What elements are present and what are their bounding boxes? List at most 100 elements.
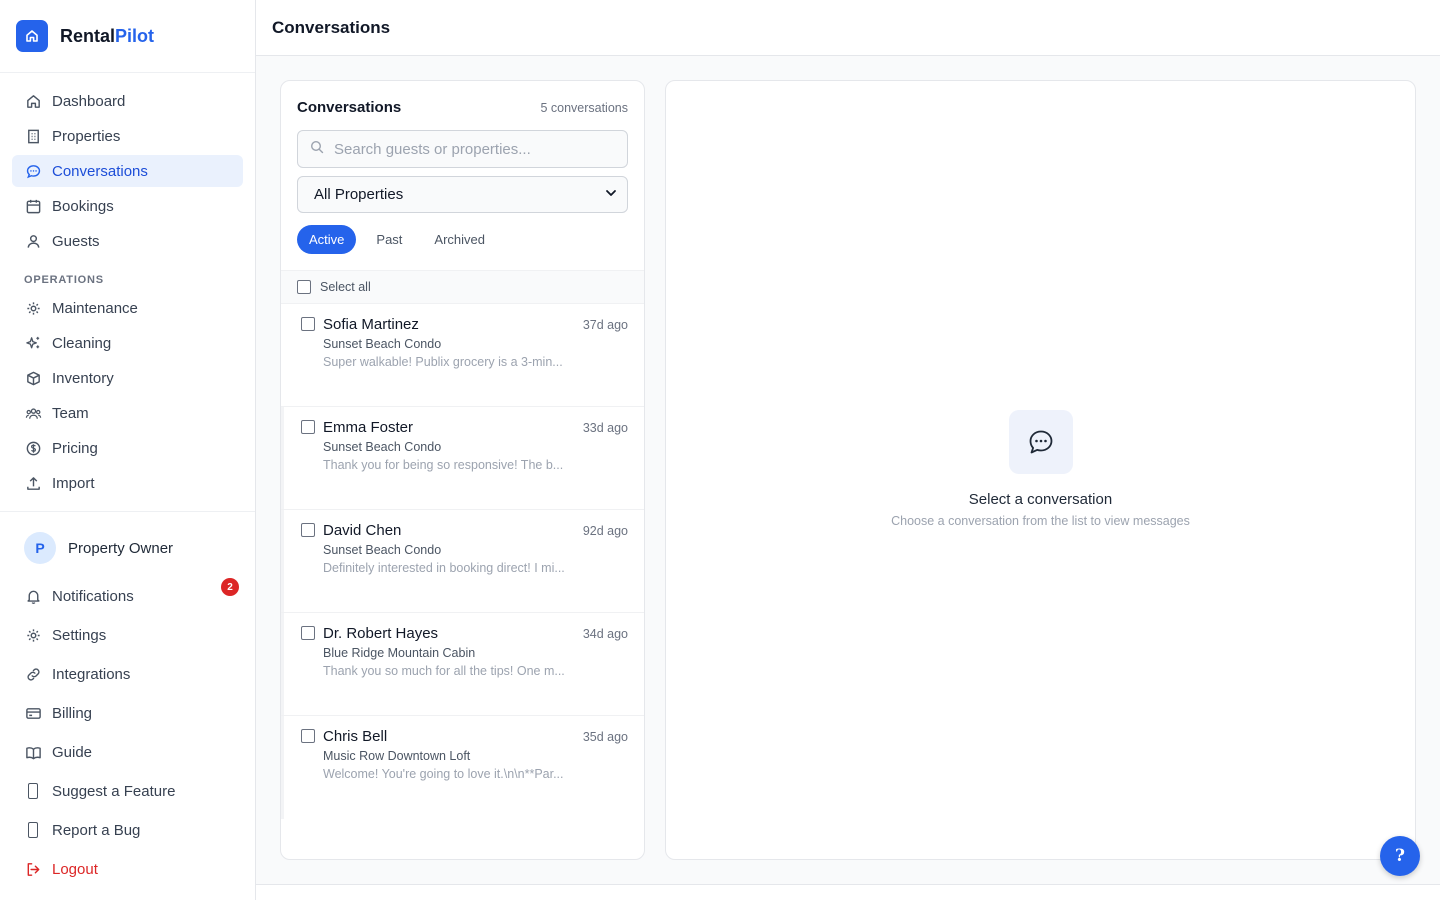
property-name: Blue Ridge Mountain Cabin (323, 646, 476, 660)
conversation-time: 34d ago (582, 627, 628, 641)
search-input[interactable] (334, 140, 604, 158)
nav-item-maintenance[interactable]: Maintenance (12, 292, 243, 324)
nav-item-integrations[interactable]: Integrations (12, 658, 243, 690)
book-icon (24, 743, 42, 761)
conversation-count: 5 conversations (540, 100, 628, 115)
search-icon (310, 140, 324, 159)
conversation-list: Sofia Martinez 37d ago Sunset Beach Condo… (281, 304, 644, 819)
dollar-icon (24, 439, 42, 457)
calendar-icon (24, 197, 42, 215)
logout-icon (24, 860, 42, 878)
nav-item-billing[interactable]: Billing (12, 697, 243, 729)
link-icon (24, 665, 42, 683)
upload-icon (24, 474, 42, 492)
settings-gear-icon (24, 626, 42, 644)
suggestion-icon (24, 782, 42, 800)
user-name: Property Owner (68, 539, 174, 557)
footer-bar (256, 884, 1440, 900)
bug-icon (24, 821, 42, 839)
conversation-time: 37d ago (582, 318, 628, 332)
conversation-time: 92d ago (582, 524, 628, 538)
select-all-checkbox[interactable] (297, 280, 311, 294)
brand[interactable]: RentalPilot (0, 0, 255, 73)
conversation-detail-panel: Select a conversation Choose a conversat… (665, 80, 1416, 860)
home-icon (24, 92, 42, 110)
conversation-time: 33d ago (582, 421, 628, 435)
nav-item-suggest-feature[interactable]: Suggest a Feature (12, 775, 243, 807)
conversation-checkbox[interactable] (301, 729, 315, 743)
team-icon (24, 404, 42, 422)
guest-name: Sofia Martinez (323, 316, 419, 333)
conversation-item[interactable]: Chris Bell 35d ago Music Row Downtown Lof… (281, 716, 644, 819)
chat-icon (24, 162, 42, 180)
guest-name: Dr. Robert Hayes (323, 625, 439, 642)
tab-archived[interactable]: Archived (422, 225, 497, 254)
logout-button[interactable]: Logout (12, 853, 243, 885)
message-preview: Welcome! You're going to love it.\n\n**P… (323, 767, 564, 781)
nav-item-properties[interactable]: Properties (12, 120, 243, 152)
conversation-list-panel: Conversations 5 conversations All Proper… (280, 80, 645, 860)
conversation-item[interactable]: Emma Foster 33d ago Sunset Beach Condo Th… (281, 407, 644, 510)
status-tabs: Active Past Archived (281, 213, 644, 254)
user-icon (24, 232, 42, 250)
nav-item-settings[interactable]: Settings (12, 619, 243, 651)
avatar: P (24, 532, 56, 564)
list-title: Conversations (297, 99, 402, 116)
empty-state: Select a conversation Choose a conversat… (666, 410, 1415, 528)
chat-bubble-icon (1008, 410, 1073, 474)
box-icon (24, 369, 42, 387)
building-icon (24, 127, 42, 145)
property-name: Sunset Beach Condo (323, 543, 442, 557)
search-box[interactable] (297, 130, 628, 168)
page-title: Conversations (272, 17, 391, 37)
conversation-checkbox[interactable] (301, 420, 315, 434)
nav-section-operations: OPERATIONS (24, 274, 104, 286)
guest-name: Emma Foster (323, 419, 414, 436)
nav-item-inventory[interactable]: Inventory (12, 362, 243, 394)
main-nav: Dashboard Properties Conversations Booki… (0, 73, 255, 499)
sidebar-bottom: P Property Owner Notifications 2 Setting… (0, 511, 255, 892)
list-header: Conversations 5 conversations (281, 81, 644, 116)
user-profile[interactable]: P Property Owner (12, 524, 243, 572)
bell-icon (24, 587, 42, 605)
conversation-item[interactable]: Sofia Martinez 37d ago Sunset Beach Condo… (281, 304, 644, 407)
sidebar: RentalPilot Dashboard Properties Convers… (0, 0, 256, 900)
gear-icon (24, 299, 42, 317)
guest-name: David Chen (323, 522, 402, 539)
message-preview: Thank you so much for all the tips! One … (323, 664, 565, 678)
nav-item-conversations[interactable]: Conversations (12, 155, 243, 187)
select-all-row[interactable]: Select all (281, 270, 644, 304)
nav-item-guide[interactable]: Guide (12, 736, 243, 768)
credit-card-icon (24, 704, 42, 722)
tab-past[interactable]: Past (364, 225, 414, 254)
sparkle-icon (24, 334, 42, 352)
property-name: Sunset Beach Condo (323, 440, 442, 454)
nav-item-report-bug[interactable]: Report a Bug (12, 814, 243, 846)
tab-active[interactable]: Active (297, 225, 357, 254)
conversation-checkbox[interactable] (301, 317, 315, 331)
conversation-checkbox[interactable] (301, 626, 315, 640)
conversation-time: 35d ago (582, 730, 628, 744)
conversation-item[interactable]: David Chen 92d ago Sunset Beach Condo Def… (281, 510, 644, 613)
nav-item-pricing[interactable]: Pricing (12, 432, 243, 464)
help-button[interactable]: ? (1380, 836, 1420, 876)
notification-count-badge: 2 (221, 578, 239, 596)
nav-item-dashboard[interactable]: Dashboard (12, 85, 243, 117)
message-preview: Definitely interested in booking direct!… (323, 561, 565, 575)
nav-item-notifications[interactable]: Notifications 2 (12, 578, 243, 612)
top-bar: Conversations (256, 0, 1440, 56)
nav-item-team[interactable]: Team (12, 397, 243, 429)
nav-item-import[interactable]: Import (12, 467, 243, 499)
nav-item-cleaning[interactable]: Cleaning (12, 327, 243, 359)
brand-name: RentalPilot (60, 25, 155, 46)
property-name: Sunset Beach Condo (323, 337, 442, 351)
nav-item-bookings[interactable]: Bookings (12, 190, 243, 222)
nav-item-guests[interactable]: Guests (12, 225, 243, 257)
house-logo-icon (16, 20, 48, 52)
property-filter-select[interactable]: All Properties (297, 176, 628, 213)
conversation-checkbox[interactable] (301, 523, 315, 537)
property-filter-value: All Properties (314, 186, 404, 203)
message-preview: Thank you for being so responsive! The b… (323, 458, 564, 472)
empty-state-subtitle: Choose a conversation from the list to v… (891, 514, 1190, 528)
conversation-item[interactable]: Dr. Robert Hayes 34d ago Blue Ridge Mount… (281, 613, 644, 716)
